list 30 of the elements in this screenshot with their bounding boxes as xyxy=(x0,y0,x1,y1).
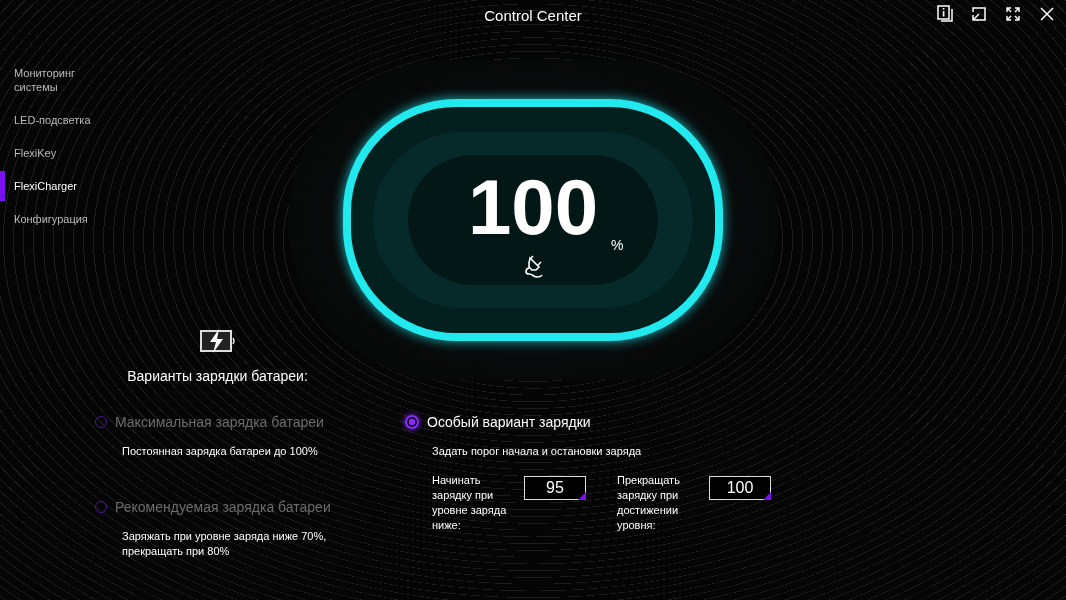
sidebar-item[interactable]: FlexiKey xyxy=(0,138,110,168)
threshold-label: Начинать зарядку при уровне заряда ниже: xyxy=(432,473,508,533)
battery-charging-icon xyxy=(198,328,237,354)
fullscreen-icon xyxy=(1006,7,1020,21)
option-label: Особый вариант зарядки xyxy=(427,414,591,430)
option-label: Максимальная зарядка батареи xyxy=(115,414,324,430)
threshold-field[interactable]: 100 xyxy=(709,476,771,500)
window-title: Control Center xyxy=(484,5,582,24)
section-heading: Варианты зарядки батареи: xyxy=(127,368,308,384)
sidebar-item[interactable]: Мониторинг системы xyxy=(0,58,110,102)
charging-option-radio[interactable]: Особый вариант зарядки xyxy=(405,414,785,430)
corner-icon xyxy=(578,492,586,500)
option-description: Заряжать при уровне заряда ниже 70%, прекращать при 80% xyxy=(122,529,328,559)
option-description: Задать порог начала и остановки заряда xyxy=(432,444,643,459)
battery-percentage: 100 xyxy=(467,167,599,247)
threshold-field[interactable]: 95 xyxy=(524,476,586,500)
option-description: Постоянная зарядка батареи до 100% xyxy=(122,444,319,459)
sidebar-item[interactable]: FlexiCharger xyxy=(0,171,110,201)
charging-option-radio[interactable]: Максимальная зарядка батареи xyxy=(95,414,385,430)
option-label: Рекомендуемая зарядка батареи xyxy=(115,499,331,515)
threshold-label: Прекращать зарядку при достижении уровня: xyxy=(617,473,681,533)
info-button[interactable] xyxy=(934,3,956,25)
charging-option-radio[interactable]: Рекомендуемая зарядка батареи xyxy=(95,499,385,515)
info-icon xyxy=(937,5,953,23)
corner-icon xyxy=(763,492,771,500)
sidebar-item[interactable]: Конфигурация xyxy=(0,204,110,234)
sidebar-item[interactable]: LED-подсветка xyxy=(0,105,110,135)
close-icon xyxy=(1040,7,1054,21)
percent-unit: % xyxy=(611,237,624,253)
restore-icon xyxy=(972,7,986,21)
